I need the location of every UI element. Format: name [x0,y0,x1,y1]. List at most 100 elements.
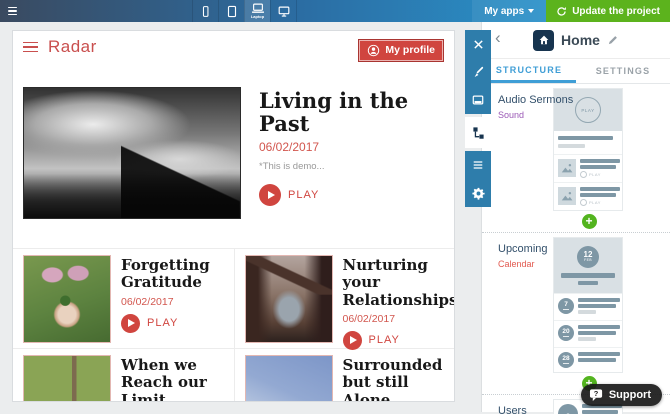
tree-icon [472,126,485,139]
app-preview: Radar My profile Living in the Past 06/0… [12,30,455,402]
edit-title-button[interactable] [607,34,619,46]
article-title[interactable]: Living in the Past [259,89,444,135]
day-badge: 7 [558,298,574,314]
play-button[interactable]: PLAY [343,331,456,350]
device-laptop-button[interactable]: Laptop [244,0,270,22]
panel-header: ‹ Home [482,22,670,59]
app-title: Radar [48,37,97,57]
feature-section-sound[interactable]: Audio Sermons Sound PLAY [482,84,670,233]
design-button[interactable] [465,58,491,86]
laptop-icon [251,3,265,14]
gear-icon [472,187,485,200]
article-title[interactable]: Surrounded but still Alone [343,357,449,402]
device-switcher: Laptop [192,0,297,22]
widget-play-circle: PLAY [575,97,601,123]
play-label: PLAY [288,189,319,201]
article-date: 06/02/2017 [121,296,228,308]
article-title[interactable]: Nurturing your Relationships [343,257,456,309]
article-hero[interactable]: Living in the Past 06/02/2017 *This is d… [13,63,454,248]
structure-button[interactable] [465,117,491,148]
article-title[interactable]: When we Reach our Limit [121,357,228,402]
my-profile-button[interactable]: My profile [358,39,444,62]
feature-name: Users [498,405,527,414]
tab-structure[interactable]: STRUCTURE [482,59,576,83]
brush-icon [472,66,484,78]
play-icon [121,314,140,333]
refresh-icon [556,6,567,17]
pencil-icon [607,34,619,46]
chat-icon: ? [589,388,604,402]
article-title[interactable]: Forgetting Gratitude [121,257,228,292]
widget-thumb [558,187,576,205]
article-hero-image[interactable] [23,87,241,219]
feature-name: Upcoming [498,243,548,255]
close-icon [473,39,484,50]
device-laptop-label: Laptop [251,15,264,19]
support-button[interactable]: ? Support [581,384,662,406]
article-card[interactable]: Nurturing your Relationships 06/02/2017 … [234,249,455,348]
panel-tabs: STRUCTURE SETTINGS [482,59,670,84]
add-block-button[interactable]: + [582,214,597,229]
svg-text:?: ? [594,389,599,398]
profile-icon [367,44,380,57]
structure-list: Audio Sermons Sound PLAY [482,84,670,414]
home-icon [538,34,550,46]
app-menu-icon[interactable] [23,42,38,53]
day-badge: 28 [558,352,574,368]
app-header: Radar My profile [13,31,454,63]
article-row: Forgetting Gratitude 06/02/2017 PLAY Nur… [13,248,454,348]
article-thumb-image[interactable] [245,255,333,343]
article-excerpt: *This is demo... [259,161,444,172]
support-label: Support [609,389,651,401]
play-label: PLAY [147,317,178,329]
article-thumb-image[interactable] [23,255,111,343]
device-tablet-button[interactable] [218,0,244,22]
my-profile-label: My profile [385,44,435,56]
article-date: 06/02/2017 [343,313,456,325]
article-row: When we Reach our Limit 06/02/2017 Surro… [13,348,454,402]
home-badge [533,30,554,51]
feature-section-calendar[interactable]: Upcoming Calendar 12 FEB 7 [482,233,670,395]
play-icon [259,184,281,206]
caret-down-icon [528,9,534,13]
widget-thumb [558,159,576,177]
play-button[interactable]: PLAY [121,314,228,333]
date-badge: 12 FEB [577,246,599,268]
topbar: Laptop My apps Update the project [0,0,670,22]
layout-icon [472,94,484,106]
feature-type: Sound [498,110,573,120]
layout-button[interactable] [465,86,491,114]
play-icon [343,331,362,350]
pages-button[interactable] [465,151,491,179]
article-card[interactable]: When we Reach our Limit 06/02/2017 [13,349,234,402]
article-card[interactable]: Surrounded but still Alone 06/02/2017 [234,349,455,402]
feature-type: Calendar [498,259,548,269]
update-project-button[interactable]: Update the project [546,0,670,22]
device-desktop-button[interactable] [270,0,297,22]
page-title: Home [561,32,600,48]
article-thumb-image[interactable] [23,355,111,402]
article-card[interactable]: Forgetting Gratitude 06/02/2017 PLAY [13,249,234,348]
device-mobile-button[interactable] [192,0,218,22]
avatar [558,404,578,414]
calendar-widget-preview[interactable]: 12 FEB 7 [553,237,623,373]
feature-name: Audio Sermons [498,94,573,106]
play-button[interactable]: PLAY [259,184,444,206]
settings-button[interactable] [465,179,491,207]
editor-toolbar [465,30,491,207]
update-project-label: Update the project [572,6,660,17]
feature-panel: ‹ Home STRUCTURE SETTINGS Audio Sermons … [481,22,670,412]
menu-icon[interactable] [0,0,26,22]
tablet-icon [225,4,239,19]
play-label: PLAY [369,334,400,346]
back-button[interactable]: ‹ [495,28,501,48]
image-icon [560,189,574,203]
article-thumb-image[interactable] [245,355,333,402]
close-button[interactable] [465,30,491,58]
my-apps-dropdown[interactable]: My apps [472,0,546,22]
topbar-right: My apps Update the project [472,0,670,22]
list-icon [472,159,484,171]
image-icon [560,161,574,175]
mobile-icon [199,4,212,19]
tab-settings[interactable]: SETTINGS [576,59,670,83]
